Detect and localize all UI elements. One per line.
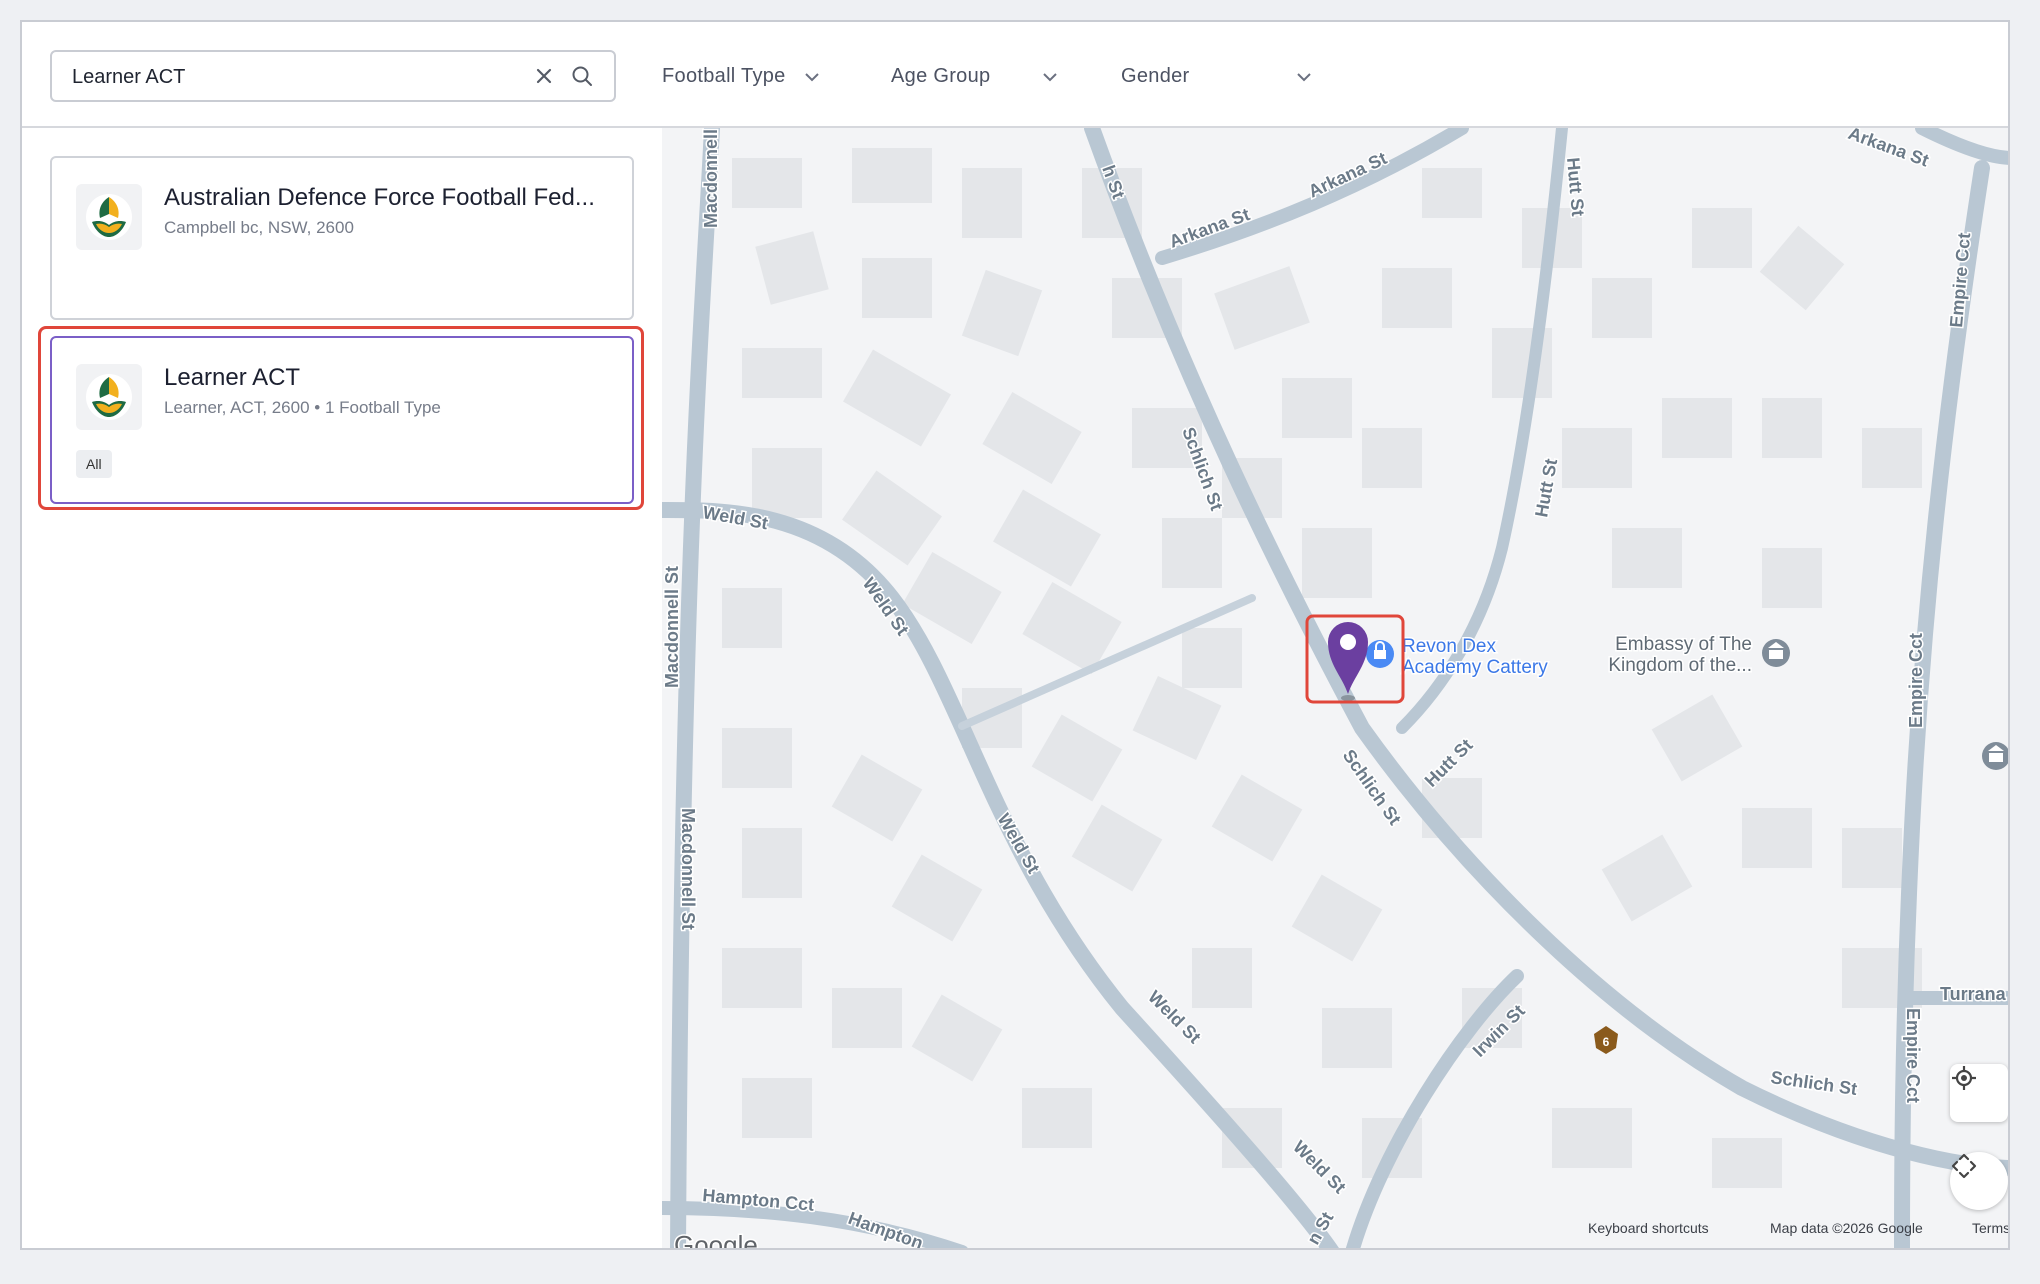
poi-label: Revon Dex Academy Cattery <box>1402 636 1548 678</box>
club-finder-app: Football Type Age Group Gender <box>20 20 2010 1250</box>
filter-bar: Football Type Age Group Gender <box>22 22 2008 128</box>
result-title: Australian Defence Force Football Fed... <box>164 184 595 211</box>
chevron-down-icon <box>804 65 820 88</box>
map-data-attribution: Map data ©2026 Google <box>1770 1220 1923 1236</box>
search-icon[interactable] <box>568 62 596 90</box>
gender-filter[interactable]: Gender <box>1121 54 1312 98</box>
poi-revon-dex[interactable]: Revon Dex Academy Cattery <box>1366 635 1550 680</box>
street-label: Macdonnell St <box>678 808 698 930</box>
street-label: Macdonnell St <box>701 128 721 228</box>
street-label: Hampton <box>846 1208 926 1248</box>
terms-link[interactable]: Terms <box>1972 1220 2008 1236</box>
age-group-label: Age Group <box>891 64 991 87</box>
football-australia-logo <box>76 364 142 430</box>
fullscreen-button[interactable] <box>1950 1152 2008 1210</box>
route-shield: 6 <box>1594 1026 1618 1054</box>
search-input[interactable] <box>70 52 514 102</box>
age-group-filter[interactable]: Age Group <box>891 54 1058 98</box>
street-label: Arkana St <box>1846 128 1932 171</box>
result-list: Australian Defence Force Football Fed...… <box>22 128 662 1248</box>
map[interactable]: h St Arkana St Arkana St Arkana St Macdo… <box>662 128 2008 1248</box>
street-label: Empire Cct <box>1906 633 1926 728</box>
result-subtitle: Learner, ACT, 2600 • 1 Football Type <box>164 398 441 417</box>
poi-embassy[interactable]: Embassy of The Kingdom of the... <box>1607 633 1790 678</box>
result-card-selected[interactable]: Learner ACT Learner, ACT, 2600 • 1 Footb… <box>50 336 634 504</box>
street-label: Weld St <box>1289 1137 1350 1198</box>
poi-label: Embassy of The Kingdom of the... <box>1608 634 1752 676</box>
google-logo: Google <box>674 1230 758 1248</box>
result-subtitle: Campbell bc, NSW, 2600 <box>164 218 354 237</box>
chevron-down-icon <box>1042 65 1058 88</box>
street-label: Schlich St <box>1339 746 1405 829</box>
street-label: Schlich St <box>1769 1067 1858 1099</box>
result-card[interactable]: Australian Defence Force Football Fed...… <box>50 156 634 320</box>
street-label: Empire Cct <box>1903 1008 1923 1103</box>
street-label: Macdonnell St <box>662 566 682 688</box>
football-type-tag: All <box>76 450 112 478</box>
football-type-label: Football Type <box>662 64 786 87</box>
football-type-filter[interactable]: Football Type <box>662 54 820 98</box>
search-box[interactable] <box>50 50 616 102</box>
street-label: Hutt St <box>1531 457 1561 519</box>
street-label: Weld St <box>994 810 1044 877</box>
gender-label: Gender <box>1121 64 1190 87</box>
my-location-button[interactable] <box>1950 1064 2008 1122</box>
football-australia-logo <box>76 184 142 250</box>
street-label: Empire Cct <box>1946 232 1974 328</box>
chevron-down-icon <box>1296 65 1312 88</box>
keyboard-shortcuts-link[interactable]: Keyboard shortcuts <box>1588 1220 1709 1236</box>
poi-unnamed[interactable] <box>1982 742 2008 770</box>
street-label: Turrana <box>1940 984 2007 1004</box>
close-icon[interactable] <box>530 62 558 90</box>
svg-text:6: 6 <box>1603 1035 1610 1049</box>
map-canvas[interactable]: h St Arkana St Arkana St Arkana St Macdo… <box>662 128 2008 1248</box>
result-title: Learner ACT <box>164 364 301 391</box>
